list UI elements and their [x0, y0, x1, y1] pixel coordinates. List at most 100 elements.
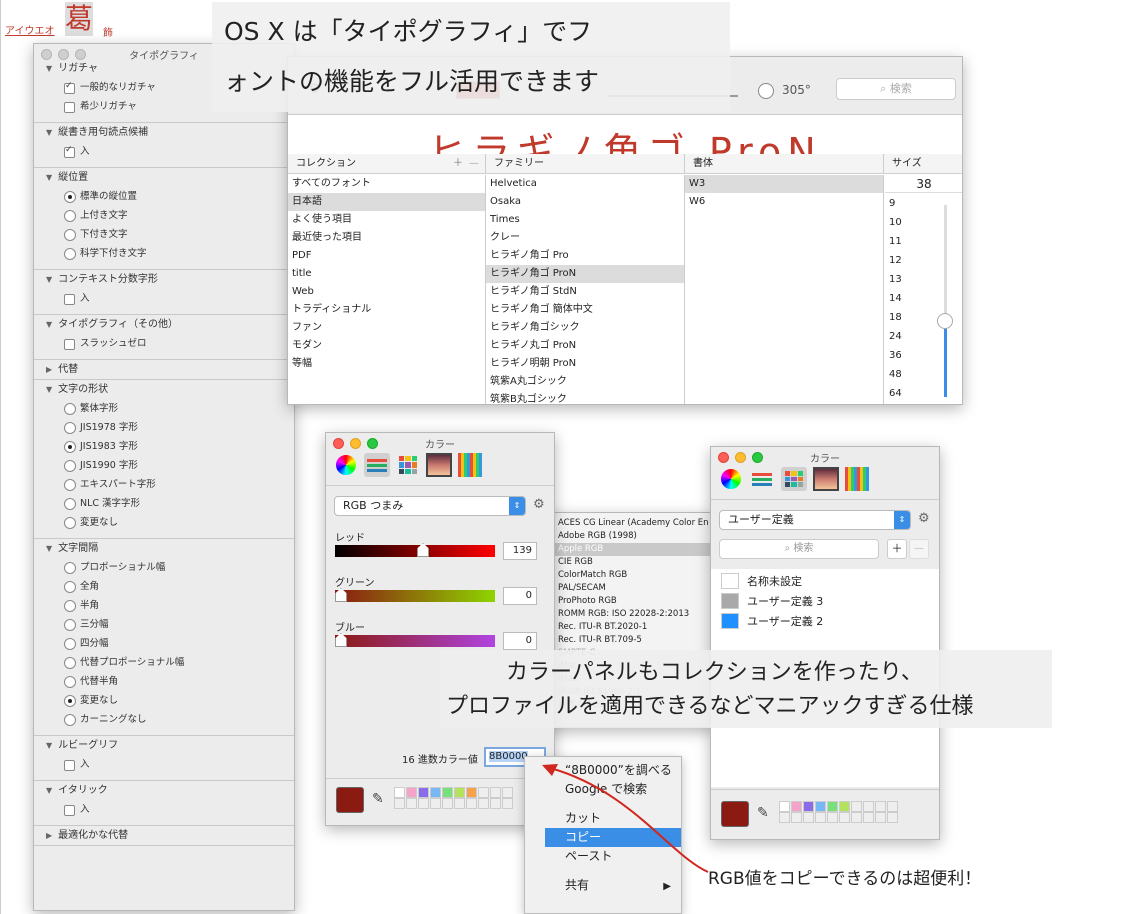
size-item[interactable]: 14 — [885, 289, 925, 308]
radio-button[interactable]: 繁体字形 — [36, 399, 292, 418]
collection-item[interactable]: 最近使った項目 — [288, 229, 485, 247]
color-wheel-icon[interactable] — [334, 453, 358, 477]
collection-item[interactable]: title — [288, 265, 485, 283]
family-item[interactable]: ヒラギノ角ゴシック — [486, 319, 684, 337]
radio-button[interactable]: 四分幅 — [36, 634, 292, 653]
gear-icon[interactable]: ⚙ — [533, 497, 545, 512]
section-header[interactable]: 縦書き用句読点候補 — [36, 124, 292, 142]
eyedropper-icon[interactable]: ✎ — [372, 791, 384, 807]
eyedropper-icon[interactable]: ✎ — [757, 805, 769, 821]
profile-item[interactable]: ColorMatch RGB — [538, 569, 714, 582]
palettes-icon[interactable] — [396, 453, 420, 477]
radio-button[interactable]: エキスパート字形 — [36, 475, 292, 494]
radio-button[interactable]: JIS1990 字形 — [36, 456, 292, 475]
remove-color-button[interactable]: — — [909, 539, 929, 559]
section-header[interactable]: タイポグラフィ（その他） — [36, 316, 292, 334]
size-item[interactable]: 24 — [885, 327, 925, 346]
size-item[interactable]: 12 — [885, 251, 925, 270]
radio-button[interactable]: 上付き文字 — [36, 206, 292, 225]
size-item[interactable]: 64 — [885, 384, 925, 403]
collection-item[interactable]: ファン — [288, 319, 485, 337]
palette-select[interactable]: ユーザー定義 ⇕ — [719, 510, 911, 530]
size-item[interactable]: 10 — [885, 213, 925, 232]
green-slider[interactable] — [335, 588, 495, 602]
family-item[interactable]: Helvetica — [486, 175, 684, 193]
size-item[interactable]: 48 — [885, 365, 925, 384]
collection-item[interactable]: Web — [288, 283, 485, 301]
size-item[interactable]: 11 — [885, 232, 925, 251]
section-header[interactable]: 縦位置 — [36, 169, 292, 187]
collection-item[interactable]: トラディショナル — [288, 301, 485, 319]
radio-button[interactable]: 変更なし — [36, 513, 292, 532]
radio-button[interactable]: 半角 — [36, 596, 292, 615]
add-color-button[interactable]: ＋ — [887, 539, 907, 559]
radio-button[interactable]: JIS1978 字形 — [36, 418, 292, 437]
gear-icon[interactable]: ⚙ — [918, 511, 930, 526]
checkbox[interactable]: スラッシュゼロ — [36, 334, 292, 353]
family-item[interactable]: ヒラギノ角ゴ ProN — [486, 265, 684, 283]
add-collection-button[interactable]: ＋ — [453, 154, 463, 174]
section-header[interactable]: 代替 — [36, 361, 292, 379]
profile-item[interactable]: Adobe RGB (1998) — [538, 530, 714, 543]
family-item[interactable]: ヒラギノ明朝 ProN — [486, 355, 684, 373]
collection-item[interactable]: 日本語 — [288, 193, 485, 211]
green-value[interactable]: 0 — [503, 587, 537, 605]
checkbox[interactable]: 入 — [36, 289, 292, 308]
collection-item[interactable]: 等幅 — [288, 355, 485, 373]
radio-button[interactable]: 下付き文字 — [36, 225, 292, 244]
size-slider-knob[interactable] — [937, 313, 953, 329]
radio-button[interactable]: 代替半角 — [36, 672, 292, 691]
radio-button[interactable]: 全角 — [36, 577, 292, 596]
profile-item[interactable]: Rec. ITU-R BT.709-5 — [538, 634, 714, 647]
profile-item[interactable]: ProPhoto RGB — [538, 595, 714, 608]
radio-button[interactable]: 変更なし — [36, 691, 292, 710]
size-item[interactable]: 9 — [885, 194, 925, 213]
collection-item[interactable]: モダン — [288, 337, 485, 355]
checkbox[interactable]: 入 — [36, 755, 292, 774]
image-palettes-icon[interactable] — [813, 467, 839, 491]
typeface-item[interactable]: W6 — [685, 193, 883, 211]
user-color-item[interactable]: 名称未設定 — [721, 571, 939, 591]
swatch-grid[interactable] — [779, 801, 909, 823]
collection-item[interactable]: すべてのフォント — [288, 175, 485, 193]
section-header[interactable]: 文字の形状 — [36, 381, 292, 399]
radio-button[interactable]: プロポーショナル幅 — [36, 558, 292, 577]
profile-item[interactable]: ACES CG Linear (Academy Color En — [538, 517, 714, 530]
collection-item[interactable]: よく使う項目 — [288, 211, 485, 229]
current-color-well[interactable] — [336, 787, 364, 813]
user-color-item[interactable]: ユーザー定義 2 — [721, 611, 939, 631]
family-item[interactable]: ヒラギノ丸ゴ ProN — [486, 337, 684, 355]
palettes-icon[interactable] — [781, 467, 807, 491]
sliders-icon[interactable] — [364, 453, 390, 477]
image-palettes-icon[interactable] — [426, 453, 452, 477]
profile-item[interactable]: CIE RGB — [538, 556, 714, 569]
color-wheel-icon[interactable] — [719, 467, 743, 491]
family-item[interactable]: クレー — [486, 229, 684, 247]
typeface-item[interactable]: W3 — [685, 175, 883, 193]
family-item[interactable]: 筑紫A丸ゴシック — [486, 373, 684, 391]
color-mode-select[interactable]: RGB つまみ ⇕ — [334, 496, 526, 516]
size-slider[interactable] — [937, 205, 953, 397]
family-item[interactable]: 筑紫B丸ゴシック — [486, 391, 684, 404]
section-header[interactable]: 最適化かな代替 — [36, 827, 292, 845]
section-header[interactable]: コンテキスト分数字形 — [36, 271, 292, 289]
radio-button[interactable]: 代替プロポーショナル幅 — [36, 653, 292, 672]
blue-value[interactable]: 0 — [503, 632, 537, 650]
radio-button[interactable]: 科学下付き文字 — [36, 244, 292, 263]
pencils-icon[interactable] — [458, 453, 482, 477]
profile-item[interactable]: PAL/SECAM — [538, 582, 714, 595]
user-color-item[interactable]: ユーザー定義 3 — [721, 591, 939, 611]
blue-slider[interactable] — [335, 633, 495, 647]
remove-collection-button[interactable]: — — [469, 154, 479, 174]
family-item[interactable]: Times — [486, 211, 684, 229]
font-search-field[interactable]: ⌕ 検索 — [836, 78, 956, 100]
collection-item[interactable]: PDF — [288, 247, 485, 265]
radio-button[interactable]: 標準の縦位置 — [36, 187, 292, 206]
red-value[interactable]: 139 — [503, 542, 537, 560]
rotation-knob-icon[interactable] — [758, 83, 774, 99]
radio-button[interactable]: NLC 漢字字形 — [36, 494, 292, 513]
family-item[interactable]: ヒラギノ角ゴ StdN — [486, 283, 684, 301]
section-header[interactable]: ルビーグリフ — [36, 737, 292, 755]
size-item[interactable]: 36 — [885, 346, 925, 365]
radio-button[interactable]: 三分幅 — [36, 615, 292, 634]
